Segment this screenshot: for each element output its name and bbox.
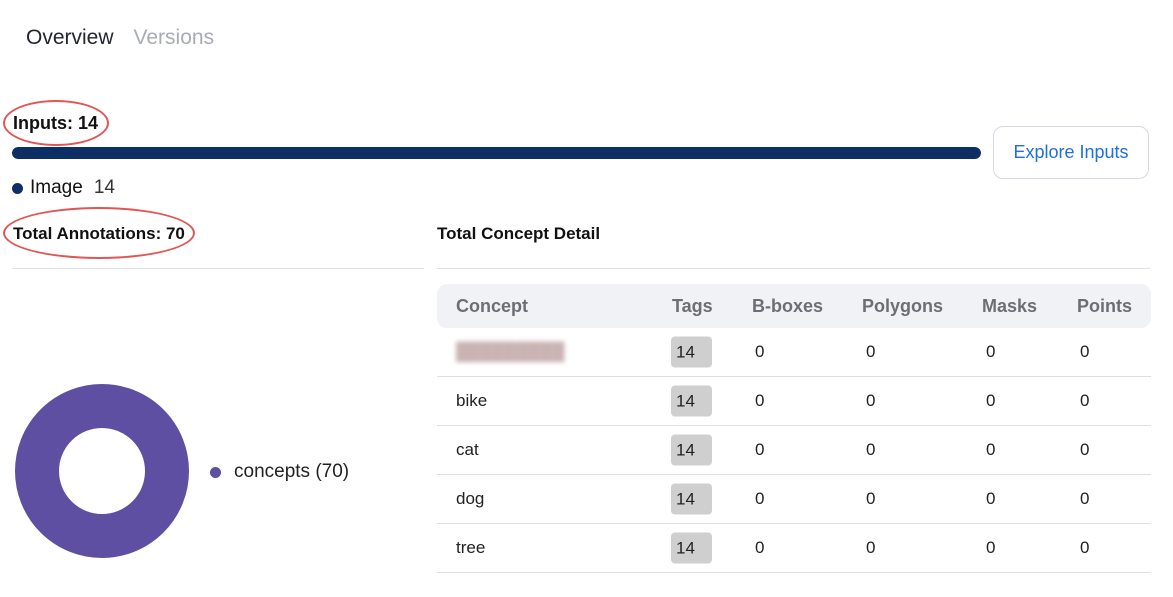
header-bboxes: B-boxes — [752, 295, 824, 316]
header-points: Points — [1077, 295, 1133, 316]
bboxes-value: 0 — [755, 391, 765, 410]
concept-detail-title: Total Concept Detail — [437, 224, 601, 243]
header-polygons: Polygons — [862, 295, 944, 316]
polygons-value: 0 — [866, 538, 876, 557]
table-row: bike 14 0 0 0 0 — [437, 377, 1151, 426]
image-legend-dot-icon — [12, 182, 23, 194]
masks-value: 0 — [986, 489, 996, 508]
image-legend-label: Image — [30, 177, 83, 198]
concept-name: cat — [456, 440, 479, 459]
polygons-value: 0 — [866, 391, 876, 410]
concept-name: bike — [456, 391, 488, 410]
header-masks: Masks — [982, 295, 1038, 316]
inputs-progress-fill — [12, 147, 981, 159]
points-value: 0 — [1080, 342, 1090, 361]
concepts-legend: concepts (70) — [210, 461, 349, 483]
points-value: 0 — [1080, 440, 1090, 459]
masks-value: 0 — [986, 440, 996, 459]
tags-badge: 14 — [671, 483, 712, 515]
total-annotations-title: Total Annotations: 70 — [13, 224, 185, 243]
tags-badge: 14 — [671, 385, 712, 417]
points-value: 0 — [1080, 391, 1090, 410]
polygons-value: 0 — [866, 440, 876, 459]
bboxes-value: 0 — [755, 489, 765, 508]
masks-value: 0 — [986, 391, 996, 410]
table-row: cat 14 0 0 0 0 — [437, 426, 1151, 475]
tags-badge: 14 — [671, 532, 712, 564]
concept-table-header: Concept Tags B-boxes Polygons Masks Poin… — [437, 284, 1151, 328]
table-row: tree 14 0 0 0 0 — [437, 524, 1151, 573]
concept-name: dog — [456, 489, 485, 508]
divider-left — [12, 268, 424, 269]
bboxes-value: 0 — [755, 342, 765, 361]
bboxes-value: 0 — [755, 538, 765, 557]
points-value: 0 — [1080, 538, 1090, 557]
explore-inputs-button[interactable]: Explore Inputs — [993, 126, 1149, 179]
tab-versions[interactable]: Versions — [134, 24, 215, 52]
concept-table: Concept Tags B-boxes Polygons Masks Poin… — [437, 284, 1151, 573]
image-legend-count: 14 — [93, 177, 115, 198]
inputs-count-title: Inputs: 14 — [13, 113, 99, 133]
tab-bar: Overview Versions — [26, 24, 214, 52]
table-row: dog 14 0 0 0 0 — [437, 475, 1151, 524]
donut-slice-concepts — [15, 384, 189, 558]
concepts-legend-dot-icon — [210, 466, 221, 478]
concepts-legend-label: concepts (70) — [234, 461, 350, 482]
bboxes-value: 0 — [755, 440, 765, 459]
points-value: 0 — [1080, 489, 1090, 508]
annotations-donut-chart — [15, 384, 189, 558]
divider-right — [437, 268, 1150, 269]
tags-badge: 14 — [671, 336, 712, 368]
masks-value: 0 — [986, 538, 996, 557]
header-tags: Tags — [672, 295, 713, 316]
concept-name: tree — [456, 538, 486, 557]
inputs-progress-bar — [12, 147, 981, 159]
polygons-value: 0 — [866, 489, 876, 508]
tags-badge: 14 — [671, 434, 712, 466]
masks-value: 0 — [986, 342, 996, 361]
header-concept: Concept — [456, 295, 528, 316]
image-legend: Image 14 — [12, 177, 115, 199]
table-row: █████████ 14 0 0 0 0 — [437, 328, 1151, 377]
polygons-value: 0 — [866, 342, 876, 361]
tab-overview[interactable]: Overview — [26, 24, 114, 52]
concept-name-redacted: █████████ — [456, 342, 565, 361]
